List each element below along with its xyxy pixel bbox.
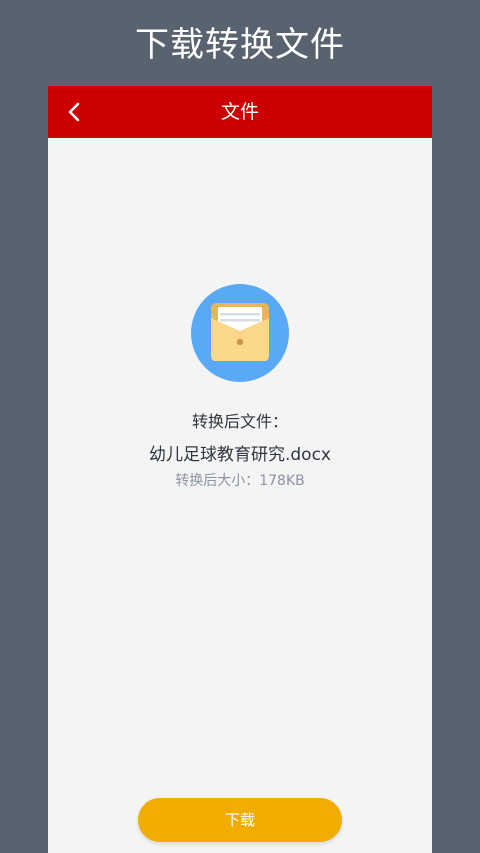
phone-screen: 文件 转换后文件： 幼儿足球教育研究.docx 转换后大小：178KB 下载 (48, 86, 432, 853)
file-name: 幼儿足球教育研究.docx (148, 445, 331, 465)
promo-title: 下载转换文件 (135, 25, 345, 65)
nav-bar: 文件 (48, 86, 432, 138)
chevron-left-icon (68, 102, 80, 122)
file-size: 转换后大小：178KB (175, 473, 305, 489)
download-button[interactable]: 下载 (138, 798, 342, 842)
back-button[interactable] (56, 94, 92, 130)
nav-title: 文件 (220, 101, 259, 123)
folder-document-icon (191, 284, 289, 382)
converted-file-label: 转换后文件： (191, 412, 288, 431)
